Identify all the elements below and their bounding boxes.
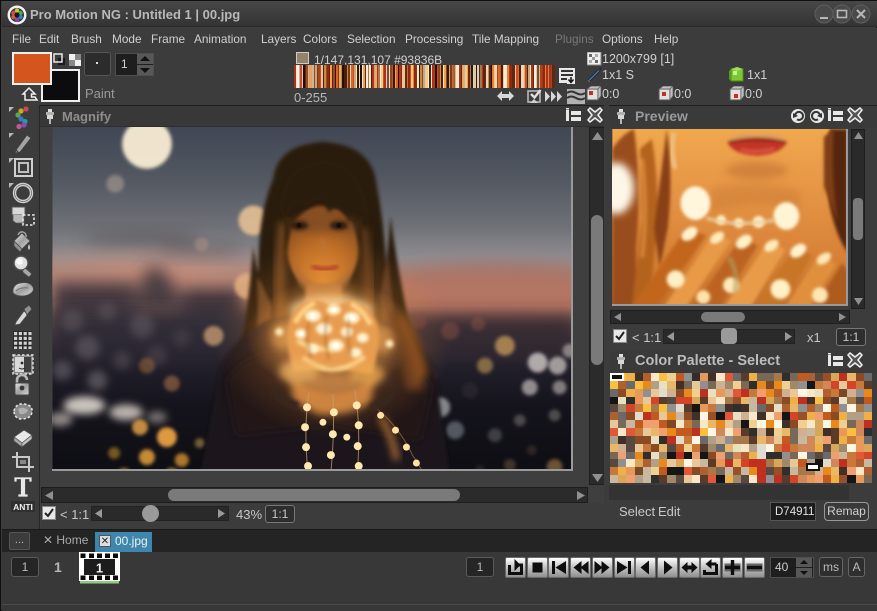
svg-text:ANTI: ANTI <box>13 502 33 512</box>
svg-text:1: 1 <box>96 561 103 576</box>
